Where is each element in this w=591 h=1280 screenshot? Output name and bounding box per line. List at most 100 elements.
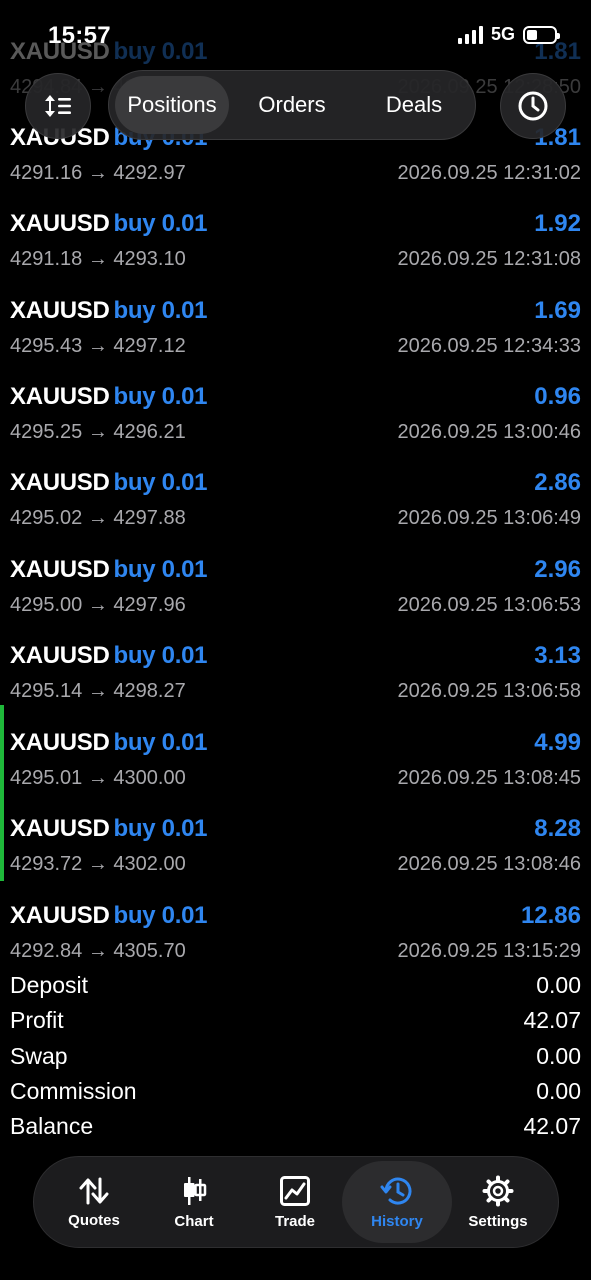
summary-row-swap: Swap 0.00	[0, 1039, 591, 1074]
deal-row[interactable]: XAUUSD buy 0.01 1.69 4295.43 → 4297.12 20…	[0, 279, 591, 365]
deal-time: 2026.09.25 12:34:33	[397, 335, 581, 357]
summary-value: 42.07	[523, 1007, 581, 1034]
deal-profit: 8.28	[534, 815, 581, 842]
status-bar: 15:57 5G	[0, 0, 591, 70]
tab-trade[interactable]: Trade	[243, 1161, 347, 1243]
sort-button[interactable]	[25, 73, 91, 139]
tab-settings[interactable]: Settings	[446, 1161, 550, 1243]
deal-prices: 4295.01 → 4300.00	[10, 767, 186, 789]
bottom-tab-bar: Quotes Chart Trade History Settings	[33, 1156, 559, 1248]
battery-icon	[523, 25, 560, 44]
deal-profit: 0.96	[534, 383, 581, 410]
deal-prices: 4293.72 → 4302.00	[10, 853, 186, 875]
deal-symbol: XAUUSDbuy 0.01	[10, 469, 208, 496]
deal-profit: 1.92	[534, 210, 581, 237]
deal-time: 2026.09.25 12:31:08	[397, 248, 581, 270]
deal-profit: 2.96	[534, 556, 581, 583]
row-marker	[0, 791, 4, 881]
tab-history[interactable]: History	[342, 1161, 452, 1243]
deal-symbol: XAUUSDbuy 0.01	[10, 729, 208, 756]
summary-value: 0.00	[536, 1077, 581, 1104]
deal-time: 2026.09.25 12:31:02	[397, 162, 581, 184]
deal-profit: 12.86	[520, 902, 581, 929]
deal-time: 2026.09.25 13:06:53	[397, 594, 581, 616]
deal-row[interactable]: XAUUSD buy 0.01 2.86 4295.02 → 4297.88 20…	[0, 451, 591, 537]
quotes-arrows-icon	[79, 1177, 109, 1204]
summary-value: 0.00	[536, 1042, 581, 1069]
trade-chart-icon	[280, 1175, 310, 1206]
summary: Deposit 0.00 Profit 42.07 Swap 0.00 Comm…	[0, 968, 591, 1144]
tab-chart[interactable]: Chart	[142, 1161, 246, 1243]
clock-icon	[518, 91, 548, 121]
summary-label: Deposit	[10, 972, 88, 998]
deal-side: buy 0.01	[113, 729, 208, 756]
deal-side: buy 0.01	[113, 469, 208, 496]
cellular-signal-icon	[457, 25, 483, 44]
deal-symbol: XAUUSDbuy 0.01	[10, 902, 208, 929]
deal-symbol: XAUUSDbuy 0.01	[10, 210, 208, 237]
tab-label: Trade	[274, 1212, 316, 1230]
tab-positions[interactable]: Positions	[115, 76, 229, 134]
gear-icon	[482, 1175, 514, 1206]
network-type: 5G	[490, 24, 515, 44]
status-indicators: 5G	[457, 24, 560, 45]
deal-row[interactable]: XAUUSD buy 0.01 1.92 4291.18 → 4293.10 20…	[0, 192, 591, 278]
deal-time: 2026.09.25 13:08:46	[397, 853, 581, 875]
deal-side: buy 0.01	[113, 902, 208, 929]
summary-label: Swap	[10, 1042, 68, 1069]
summary-label: Commission	[10, 1077, 137, 1104]
tab-label: Settings	[468, 1212, 528, 1230]
deal-time: 2026.09.25 13:08:45	[397, 767, 581, 789]
summary-value: 0.00	[536, 972, 581, 998]
tab-quotes[interactable]: Quotes	[42, 1161, 146, 1243]
summary-row-deposit: Deposit 0.00	[0, 968, 591, 1003]
deal-time: 2026.09.25 13:06:58	[397, 680, 581, 702]
deal-prices: 4295.00 → 4297.96	[10, 594, 186, 616]
deal-row[interactable]: XAUUSD buy 0.01 3.13 4295.14 → 4298.27 20…	[0, 624, 591, 710]
deal-prices: 4295.14 → 4298.27	[10, 680, 186, 702]
deal-profit: 2.86	[534, 469, 581, 496]
tab-orders[interactable]: Orders	[235, 76, 349, 134]
tab-label: History	[371, 1212, 423, 1230]
deal-profit: 3.13	[534, 642, 581, 669]
deal-side: buy 0.01	[113, 815, 208, 842]
deal-symbol: XAUUSDbuy 0.01	[10, 556, 208, 583]
deal-time: 2026.09.25 13:00:46	[397, 421, 581, 443]
deal-side: buy 0.01	[113, 556, 208, 583]
row-marker	[0, 705, 4, 795]
deal-symbol: XAUUSDbuy 0.01	[10, 642, 208, 669]
deal-row[interactable]: XAUUSD buy 0.01 2.96 4295.00 → 4297.96 20…	[0, 538, 591, 624]
summary-row-balance: Balance 42.07	[0, 1109, 591, 1144]
deal-profit: 1.69	[534, 297, 581, 324]
deal-time: 2026.09.25 13:06:49	[397, 507, 581, 529]
deal-row[interactable]: XAUUSD buy 0.01 4.99 4295.01 → 4300.00 20…	[0, 705, 591, 797]
deal-row[interactable]: XAUUSD buy 0.01 8.28 4293.72 → 4302.00 20…	[0, 791, 591, 883]
deal-profit: 4.99	[534, 729, 581, 756]
deal-side: buy 0.01	[113, 210, 208, 237]
deal-side: buy 0.01	[113, 642, 208, 669]
sort-icon	[45, 95, 71, 117]
summary-value: 42.07	[523, 1113, 581, 1140]
deal-symbol: XAUUSDbuy 0.01	[10, 815, 208, 842]
deal-prices: 4295.25 → 4296.21	[10, 421, 186, 443]
summary-label: Balance	[10, 1113, 94, 1140]
deal-prices: 4295.43 → 4297.12	[10, 335, 186, 357]
history-clock-icon	[380, 1177, 412, 1205]
summary-row-commission: Commission 0.00	[0, 1074, 591, 1109]
summary-label: Profit	[10, 1007, 64, 1034]
summary-row-profit: Profit 42.07	[0, 1003, 591, 1038]
deal-row[interactable]: XAUUSD buy 0.01 12.86 4292.84 → 4305.70 2…	[0, 884, 591, 970]
period-button[interactable]	[500, 73, 566, 139]
deal-symbol: XAUUSDbuy 0.01	[10, 383, 208, 410]
deal-time: 2026.09.25 13:15:29	[397, 940, 581, 962]
deal-row[interactable]: XAUUSD buy 0.01 0.96 4295.25 → 4296.21 20…	[0, 365, 591, 451]
deal-symbol: XAUUSDbuy 0.01	[10, 297, 208, 324]
candlestick-icon	[184, 1176, 207, 1205]
tab-label: Chart	[174, 1212, 214, 1230]
status-time: 15:57	[48, 22, 111, 49]
tab-label: Quotes	[68, 1211, 120, 1229]
tab-deals[interactable]: Deals	[357, 76, 471, 134]
deal-prices: 4291.18 → 4293.10	[10, 248, 186, 270]
deal-prices: 4291.16 → 4292.97	[10, 162, 186, 184]
deal-prices: 4295.02 → 4297.88	[10, 507, 186, 529]
